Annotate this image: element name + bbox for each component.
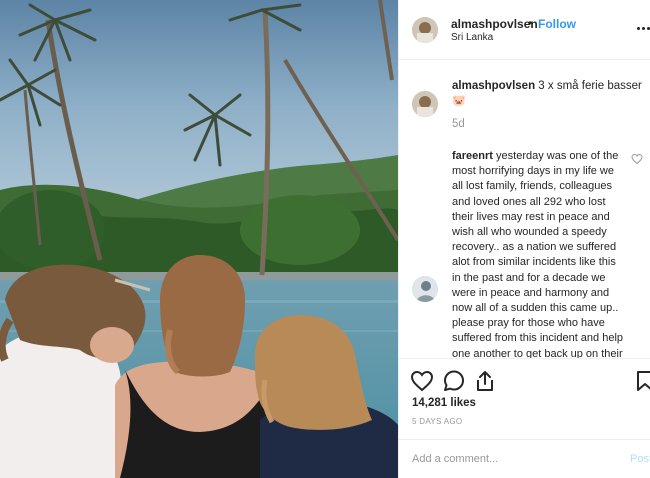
- comments-section: almashpovlsen 3 x små ferie basser 🐷 5d …: [399, 61, 650, 358]
- likes-count[interactable]: 14,281 likes: [412, 397, 476, 409]
- caption-username[interactable]: almashpovlsen: [452, 80, 535, 92]
- add-comment-input[interactable]: Add a comment...: [412, 453, 498, 465]
- share-icon[interactable]: [473, 369, 497, 393]
- add-comment-bar: Add a comment... Post: [399, 439, 650, 478]
- bookmark-icon[interactable]: [633, 369, 650, 393]
- heart-icon[interactable]: [410, 369, 434, 393]
- commenter-avatar[interactable]: [412, 276, 438, 302]
- post-side-panel: almashpovlsen • Follow Sri Lanka almashp…: [398, 0, 650, 478]
- caption-body: 3 x små ferie basser: [538, 80, 642, 92]
- post-location[interactable]: Sri Lanka: [451, 32, 493, 43]
- comment-username[interactable]: fareenrt: [452, 150, 493, 162]
- pig-emoji-icon: 🐷: [452, 95, 466, 107]
- post-actions: 14,281 likes 5 DAYS AGO Add a comment...…: [399, 358, 650, 478]
- post-timeago[interactable]: 5 DAYS AGO: [412, 417, 462, 426]
- comment-like-heart-icon[interactable]: [631, 153, 643, 165]
- author-avatar[interactable]: [412, 17, 438, 43]
- comment-icon[interactable]: [442, 369, 466, 393]
- follow-button[interactable]: Follow: [538, 17, 576, 31]
- comment-item: fareenrt yesterday was one of the most h…: [452, 149, 624, 358]
- caption-timestamp[interactable]: 5d: [452, 118, 465, 130]
- more-options-icon[interactable]: [637, 18, 650, 38]
- post-header: almashpovlsen • Follow Sri Lanka: [399, 0, 650, 60]
- post-photo[interactable]: [0, 0, 398, 478]
- caption-author-avatar[interactable]: [412, 91, 438, 117]
- author-username[interactable]: almashpovlsen: [451, 17, 538, 31]
- comment-body: yesterday was one of the most horrifying…: [452, 150, 624, 358]
- post-caption: almashpovlsen 3 x små ferie basser 🐷: [452, 79, 642, 109]
- header-separator: •: [528, 16, 533, 30]
- post-comment-button[interactable]: Post: [630, 453, 650, 465]
